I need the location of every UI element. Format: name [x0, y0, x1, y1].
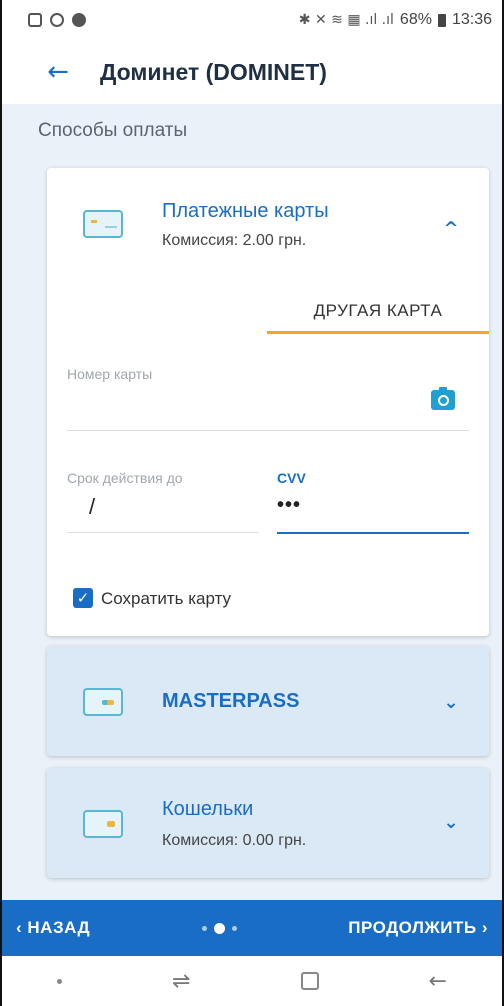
payment-method-commission: Комиссия: 0.00 грн. — [162, 832, 307, 849]
system-back-icon[interactable]: ← — [429, 969, 447, 994]
app-bar: ← Доминет (DOMINET) — [2, 40, 502, 104]
expiry-label: Срок действия до — [67, 470, 183, 486]
chevron-up-icon[interactable]: ^ — [439, 216, 463, 240]
status-bar-left — [28, 13, 86, 27]
recent-apps-icon[interactable]: ⇌ — [172, 969, 190, 994]
clock: 13:36 — [451, 11, 492, 28]
back-button[interactable]: ‹ НАЗАД — [16, 918, 90, 938]
status-bar: ✱ ✕ ≋ ▦ .ıl .ıl 68% 13:36 — [2, 0, 502, 40]
gallery-icon — [28, 13, 42, 27]
status-bar-right: ✱ ✕ ≋ ▦ .ıl .ıl 68% 13:36 — [299, 11, 492, 29]
card-number-field[interactable] — [67, 390, 417, 418]
expiry-field[interactable]: / — [89, 494, 95, 520]
battery-icon — [437, 13, 446, 27]
page-dot — [201, 925, 207, 931]
phone-frame: ✱ ✕ ≋ ▦ .ıl .ıl 68% 13:36 ← Доминет (DOM… — [0, 0, 504, 1006]
cvv-field[interactable]: ••• — [277, 494, 301, 517]
payment-method-wallets[interactable]: Кошельки Комиссия: 0.00 грн. ⌄ — [47, 768, 489, 878]
system-nav-bar: ⇌ ← — [2, 956, 502, 1006]
payment-method-name[interactable]: Платежные карты — [162, 200, 329, 223]
bottom-nav-bar: ‹ НАЗАД ПРОДОЛЖИТЬ › — [2, 900, 502, 956]
page-dot — [231, 925, 237, 931]
payment-method-cards: Платежные карты Комиссия: 2.00 грн. ^ ДР… — [47, 168, 489, 636]
page-dot-active — [213, 922, 225, 934]
signal-icons: ✱ ✕ ≋ ▦ .ıl .ıl — [298, 12, 394, 28]
payment-method-name[interactable]: Кошельки — [162, 798, 253, 821]
assistant-dot-icon[interactable] — [57, 978, 63, 984]
credit-card-icon — [83, 210, 123, 238]
section-title: Способы оплаты — [38, 120, 188, 141]
back-arrow-icon[interactable]: ← — [38, 52, 78, 92]
page-indicator — [201, 922, 237, 934]
minus-circle-icon — [50, 13, 64, 27]
cvv-label: CVV — [277, 470, 306, 486]
payment-method-masterpass[interactable]: MASTERPASS ⌄ — [47, 646, 489, 756]
payment-method-name[interactable]: MASTERPASS — [162, 690, 299, 713]
payment-method-commission: Комиссия: 2.00 грн. — [162, 232, 307, 249]
save-card-checkbox[interactable]: ✓ — [73, 588, 93, 608]
save-card-label[interactable]: Сохратить карту — [101, 589, 231, 609]
tab-other-card[interactable]: ДРУГАЯ КАРТА — [267, 290, 489, 334]
battery-level: 68% — [399, 11, 432, 28]
card-number-label: Номер карты — [67, 366, 153, 382]
home-icon[interactable] — [300, 972, 319, 990]
chevron-down-icon[interactable]: ⌄ — [439, 810, 463, 834]
settings-icon — [72, 13, 86, 27]
page-title: Доминет (DOMINET) — [100, 58, 327, 85]
expiry-underline — [67, 532, 259, 533]
wallet-icon — [83, 810, 123, 838]
cvv-underline — [277, 532, 469, 534]
chevron-down-icon[interactable]: ⌄ — [439, 690, 463, 714]
card-number-underline — [67, 430, 469, 431]
continue-button[interactable]: ПРОДОЛЖИТЬ › — [348, 918, 488, 938]
masterpass-icon — [83, 688, 123, 716]
camera-icon[interactable] — [431, 387, 455, 410]
